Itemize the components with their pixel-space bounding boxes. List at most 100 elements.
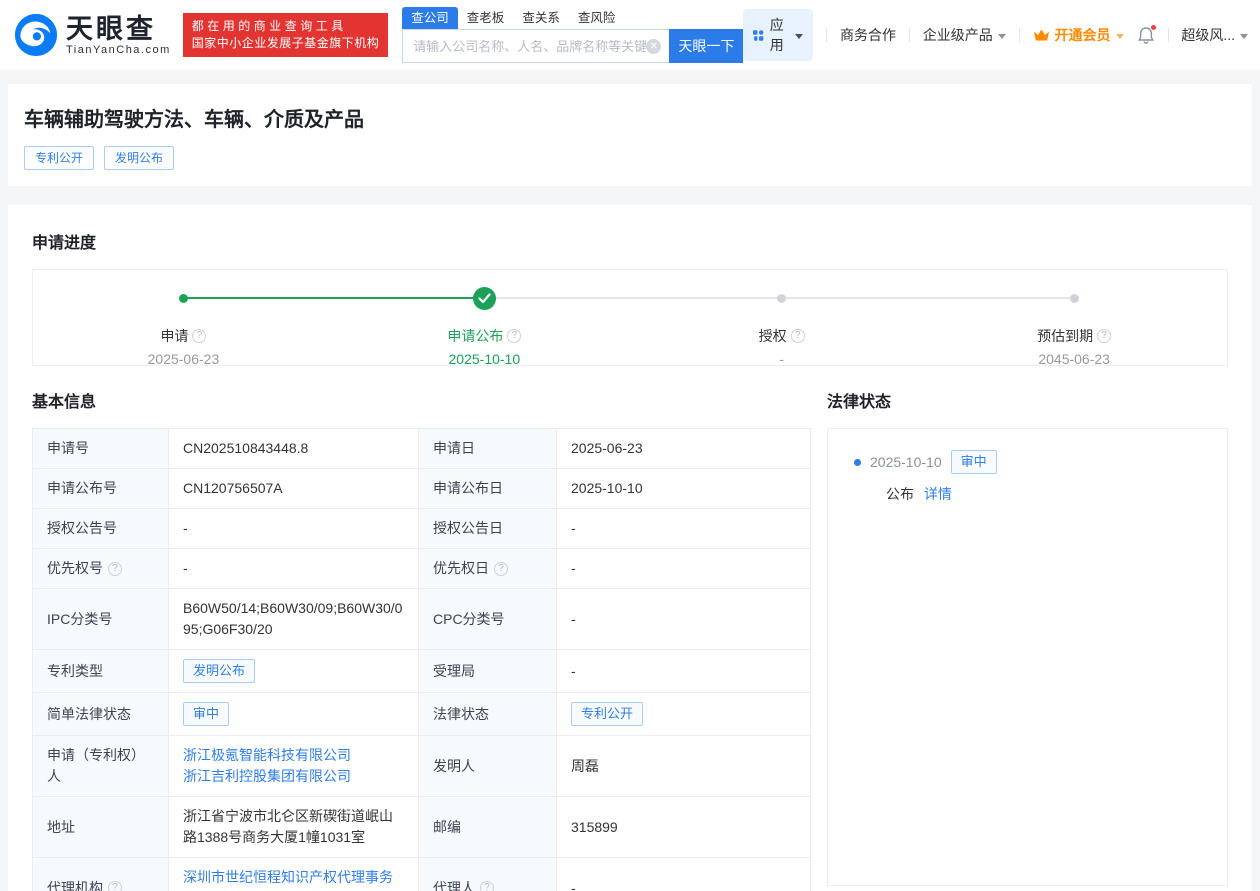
help-icon[interactable] (507, 329, 522, 343)
row-value: CN120756507A (168, 468, 419, 509)
help-icon[interactable] (192, 329, 207, 343)
basic-info-heading: 基本信息 (32, 394, 97, 411)
chevron-down-icon (1240, 33, 1249, 39)
row-label: 代理人 (418, 857, 557, 891)
timeline-check-icon (472, 286, 496, 310)
row-label: 代理机构 (32, 857, 169, 891)
nav-divider (1167, 28, 1169, 42)
row-value: - (168, 508, 419, 549)
basic-info-section: 基本信息 申请号 CN202510843448.8 申请日 2025-06-23… (32, 388, 811, 891)
row-value: 315899 (556, 796, 811, 858)
search-tab-relation[interactable]: 查关系 (513, 7, 569, 29)
chevron-down-icon (997, 33, 1006, 39)
search-tabs: 查公司 查老板 查关系 查风险 (402, 7, 743, 29)
row-label: 专利类型 (32, 649, 169, 693)
nav-super-risk[interactable]: 超级风... (1181, 25, 1249, 45)
help-icon[interactable] (108, 561, 122, 576)
logo-domain-text: TianYanCha.com (66, 43, 171, 56)
legal-status-panel: 2025-10-10 审中 公布 详情 (827, 428, 1228, 886)
search-tab-company[interactable]: 查公司 (402, 7, 458, 29)
apps-menu-button[interactable]: 应用 (743, 9, 814, 61)
table-row: 申请公布号 CN120756507A 申请公布日 2025-10-10 (32, 468, 811, 509)
applicant-company-link[interactable]: 浙江吉利控股集团有限公司 (183, 766, 404, 787)
timeline-step-label: 申请 (160, 328, 189, 344)
legal-status-item: 2025-10-10 审中 (846, 450, 1209, 474)
search-button[interactable]: 天眼一下 (669, 29, 744, 63)
clear-search-icon[interactable]: ✕ (646, 38, 662, 54)
logo-brand-text: 天眼查 (66, 13, 156, 44)
applicant-company-link[interactable]: 浙江极氪智能科技有限公司 (183, 745, 404, 766)
nav-business-cooperation[interactable]: 商务合作 (840, 25, 896, 45)
legal-status-heading: 法律状态 (827, 394, 892, 411)
status-badge: 审中 (950, 450, 997, 474)
search-tab-boss[interactable]: 查老板 (458, 7, 514, 29)
slogan-line-1: 都在用的商业查询工具 (191, 19, 347, 33)
status-badge: 专利公开 (571, 702, 644, 726)
nav-divider (908, 28, 910, 42)
nav-enterprise-products[interactable]: 企业级产品 (923, 25, 1006, 45)
row-value: - (556, 649, 811, 693)
application-progress-timeline: 申请 2025-06-23 申请公布 2025-10-10 授权 (32, 269, 1228, 369)
status-badge-invention-publish: 发明公布 (104, 146, 175, 170)
row-label: 受理局 (418, 649, 557, 693)
slogan-line-2: 国家中小企业发展子基金旗下机构 (191, 36, 380, 50)
timeline-step-label: 申请公布 (447, 328, 504, 344)
search-input[interactable] (413, 38, 647, 54)
help-icon[interactable] (790, 329, 805, 343)
help-icon[interactable] (480, 881, 494, 891)
timeline-step-publication: 申请公布 2025-10-10 (409, 270, 559, 369)
timeline-step-date: 2025-10-10 (448, 351, 521, 367)
row-value: 2025-10-10 (556, 468, 811, 509)
timeline-step-date: - (779, 351, 784, 367)
row-label: 简单法律状态 (32, 692, 169, 736)
row-value: 审中 (168, 692, 419, 736)
brand-slogan-badge: 都在用的商业查询工具 国家中小企业发展子基金旗下机构 (182, 13, 389, 57)
timeline-dot-done-icon (178, 293, 188, 303)
row-label: 申请公布号 (32, 468, 169, 509)
table-row: 申请（专利权）人 浙江极氪智能科技有限公司 浙江吉利控股集团有限公司 发明人 周… (32, 735, 811, 797)
nav-divider (1018, 28, 1020, 42)
status-badge: 发明公布 (183, 659, 256, 683)
timeline-step-estimated-expiry: 预估到期 2045-06-23 (999, 270, 1149, 369)
agency-link[interactable]: 深圳市世纪恒程知识产权代理事务所 (183, 869, 393, 891)
bullet-dot-icon (854, 458, 861, 466)
nav-vip-label: 开通会员 (1054, 27, 1111, 43)
help-icon[interactable] (108, 881, 122, 891)
help-icon[interactable] (1097, 329, 1112, 343)
notifications-bell-button[interactable] (1137, 23, 1157, 45)
timeline-step-date: 2025-06-23 (147, 351, 220, 367)
row-label: 申请公布日 (418, 468, 557, 509)
row-value: - (168, 548, 419, 589)
row-value: 2025-06-23 (556, 428, 811, 469)
search-input-wrap: ✕ (402, 29, 670, 63)
search-tab-risk[interactable]: 查风险 (569, 7, 625, 29)
row-value: 浙江极氪智能科技有限公司 浙江吉利控股集团有限公司 (168, 735, 419, 797)
row-label: 地址 (32, 796, 169, 858)
tianyancha-logo[interactable]: 天眼查 TianYanCha.com (14, 13, 171, 57)
table-row: 简单法律状态 审中 法律状态 专利公开 (32, 692, 811, 736)
row-value: CN202510843448.8 (168, 428, 419, 469)
apps-label: 应用 (769, 17, 784, 53)
search-area: 查公司 查老板 查关系 查风险 ✕ 天眼一下 (402, 7, 744, 63)
help-icon[interactable] (494, 561, 508, 576)
basic-info-table: 申请号 CN202510843448.8 申请日 2025-06-23 申请公布… (32, 428, 811, 891)
page-title: 车辆辅助驾驶方法、车辆、介质及产品 (24, 109, 364, 131)
nav-open-vip[interactable]: 开通会员 (1033, 25, 1124, 45)
nav-business-label: 商务合作 (839, 27, 896, 43)
row-value: 专利公开 (556, 692, 811, 736)
row-value: 深圳市世纪恒程知识产权代理事务所 (168, 857, 419, 891)
tianyancha-logo-icon (14, 13, 58, 57)
apps-grid-icon (753, 29, 764, 41)
legal-status-detail-link[interactable]: 详情 (924, 486, 952, 502)
nav-divider (826, 28, 827, 42)
patent-title-card: 车辆辅助驾驶方法、车辆、介质及产品 专利公开 发明公布 (8, 84, 1252, 186)
row-label-text: 优先权日 (433, 560, 489, 576)
status-badge: 审中 (183, 702, 230, 726)
table-row: 申请号 CN202510843448.8 申请日 2025-06-23 (32, 428, 811, 469)
row-value: 周磊 (556, 735, 811, 797)
row-label: 优先权日 (418, 548, 557, 589)
nav-enterprise-label: 企业级产品 (922, 27, 993, 43)
row-label: IPC分类号 (32, 588, 169, 650)
row-label-text: 代理机构 (47, 879, 103, 891)
page-gap (0, 186, 1260, 205)
